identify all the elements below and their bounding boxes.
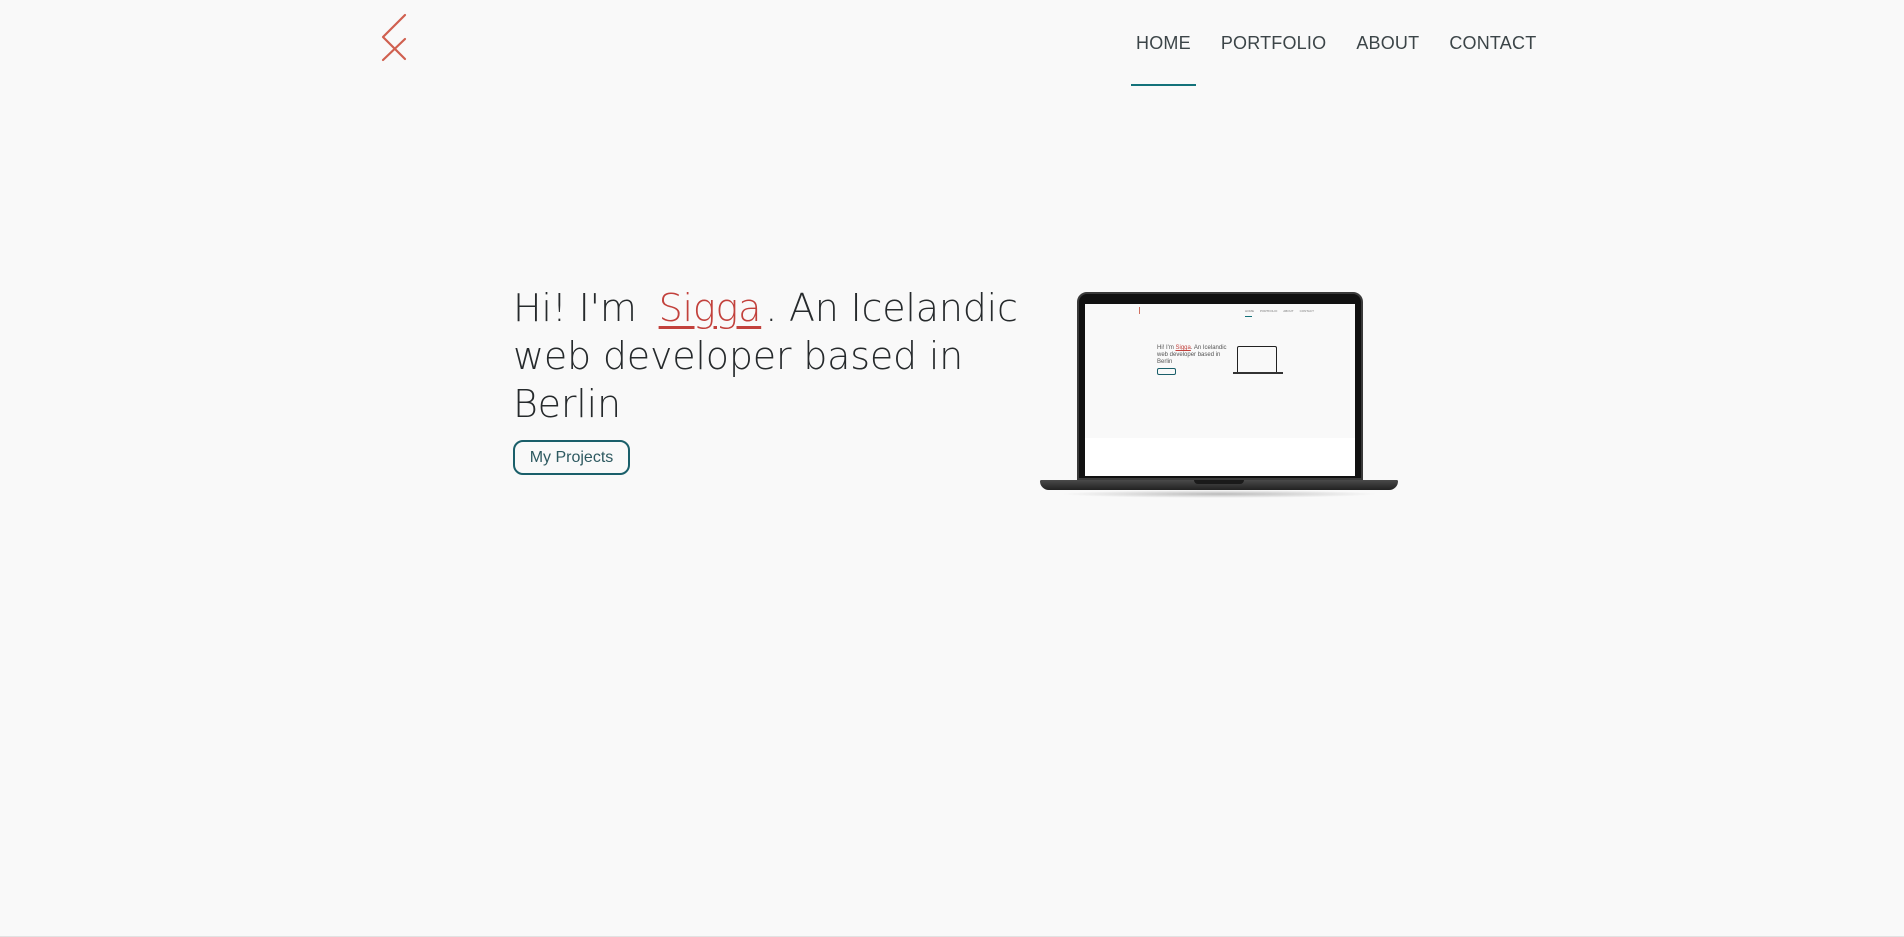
nav-portfolio-label: PORTFOLIO — [1220, 33, 1327, 53]
mini-nav-item: ABOUT — [1283, 309, 1294, 313]
mini-name: Sigga — [1175, 345, 1191, 351]
laptop-shadow — [1060, 490, 1378, 498]
page: HOME PORTFOLIO ABOUT CONTACT Hi! I'm Sig… — [0, 0, 1904, 937]
mini-laptop-base — [1233, 372, 1283, 374]
nav-contact-label: CONTACT — [1449, 33, 1537, 53]
nav-contact[interactable]: CONTACT — [1449, 0, 1536, 88]
nav-portfolio[interactable]: PORTFOLIO — [1221, 0, 1327, 88]
hero-heading: Hi! I'm Sigga. An Icelandic web develope… — [513, 284, 1033, 428]
nav-home-label: HOME — [1136, 33, 1191, 53]
mini-logo-icon — [1139, 307, 1144, 314]
mini-nav-item: PORTFOLIO — [1260, 309, 1278, 313]
mini-laptop-icon — [1237, 346, 1277, 372]
nav-about[interactable]: ABOUT — [1356, 0, 1419, 88]
mini-nav-underline — [1245, 316, 1252, 317]
nav-about-label: ABOUT — [1356, 33, 1420, 53]
mini-button — [1157, 368, 1176, 375]
laptop-lid: HOME PORTFOLIO ABOUT CONTACT Hi! I'm Sig… — [1077, 292, 1363, 480]
hero-greeting: Hi! I'm — [513, 286, 637, 330]
mini-greeting: Hi! I'm — [1157, 345, 1174, 351]
laptop-notch — [1194, 480, 1244, 484]
mini-page-preview: HOME PORTFOLIO ABOUT CONTACT Hi! I'm Sig… — [1085, 304, 1355, 438]
mini-nav-item: HOME — [1245, 309, 1254, 313]
main-nav: HOME PORTFOLIO ABOUT CONTACT — [1120, 0, 1536, 88]
mini-hero-text: Hi! I'm Sigga. An Icelandic web develope… — [1157, 345, 1227, 366]
my-projects-button[interactable]: My Projects — [513, 440, 630, 475]
mini-nav-item: CONTACT — [1299, 309, 1314, 313]
hero-name-link[interactable]: Sigga — [659, 286, 762, 330]
sigga-monogram-icon[interactable] — [378, 13, 414, 65]
laptop-icon: HOME PORTFOLIO ABOUT CONTACT Hi! I'm Sig… — [1040, 292, 1398, 498]
laptop-screen: HOME PORTFOLIO ABOUT CONTACT Hi! I'm Sig… — [1085, 304, 1355, 476]
nav-home[interactable]: HOME — [1131, 0, 1196, 88]
mini-nav: HOME PORTFOLIO ABOUT CONTACT — [1245, 309, 1314, 313]
